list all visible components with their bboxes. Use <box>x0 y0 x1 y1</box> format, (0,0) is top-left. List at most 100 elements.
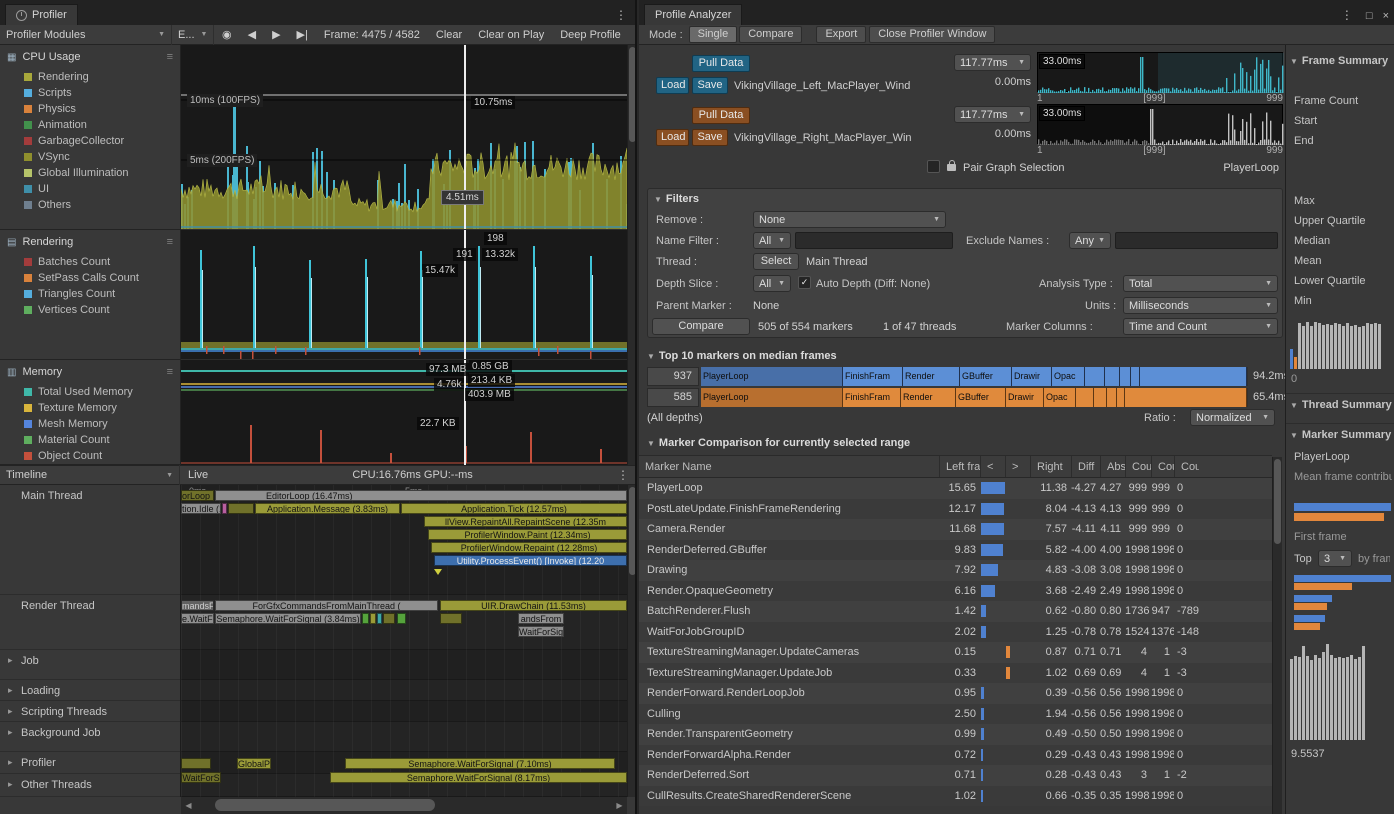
timeline-span[interactable]: tion.Idle (1 <box>181 503 221 514</box>
close-icon[interactable]: × <box>1378 10 1394 22</box>
save-button-right[interactable]: Save <box>692 129 728 146</box>
units-dropdown[interactable]: Milliseconds▼ <box>1123 297 1278 314</box>
legend-item-others[interactable]: Others <box>0 197 180 213</box>
remove-dropdown[interactable]: None▼ <box>753 211 946 228</box>
scrollbar-thumb[interactable] <box>629 47 636 142</box>
live-button[interactable]: Live <box>180 465 216 485</box>
legend-item-global-illumination[interactable]: Global Illumination <box>0 165 180 181</box>
marker-comparison-header[interactable]: ▼Marker Comparison for currently selecte… <box>647 437 910 449</box>
exclude-names-input[interactable] <box>1115 232 1278 249</box>
timeline-span[interactable] <box>440 613 462 624</box>
thread-row-other-threads[interactable]: ▸Other Threads <box>0 774 180 797</box>
rendering-chart[interactable]: 198 191 13.32k 15.47k <box>181 230 627 360</box>
marker-row-renderforward-renderloopjob[interactable]: RenderForward.RenderLoopJob0.950.39-0.56… <box>639 683 1272 704</box>
top10-bar[interactable]: PlayerLoopFinishFramRenderGBufferDrawirO… <box>701 367 1248 386</box>
top10-segment[interactable]: PlayerLoop <box>701 367 843 386</box>
current-frame-button[interactable]: ▶| <box>289 25 316 45</box>
left-frames-graph[interactable]: 33.00ms <box>1037 52 1283 92</box>
exclude-mode-dropdown[interactable]: Any▼ <box>1069 232 1111 249</box>
clear-on-play-button[interactable]: Clear on Play <box>470 25 552 45</box>
scrollbar-thumb[interactable] <box>215 799 435 811</box>
marker-summary-header[interactable]: ▼Marker Summary <box>1290 429 1394 441</box>
column-header[interactable]: Left frame <box>939 456 980 477</box>
top-n-dropdown[interactable]: 3▼ <box>1318 550 1352 567</box>
top10-segment[interactable] <box>1120 367 1131 386</box>
timeline-span[interactable]: EditorLoop (16.47ms) <box>215 490 627 501</box>
timeline-span[interactable]: Application.Tick (12.57ms) <box>401 503 627 514</box>
top10-segment[interactable]: Drawir <box>1012 367 1052 386</box>
cpu-usage-chart[interactable]: 10ms (100FPS) 5ms (200FPS) 10.75ms 4.51m… <box>181 45 627 230</box>
timeline-span[interactable]: orLoop (1.6 <box>181 490 214 501</box>
top10-bar[interactable]: PlayerLoopFinishFramRenderGBufferDrawirO… <box>701 388 1248 407</box>
marker-row-texturestreamingmanager-updatejob[interactable]: TextureStreamingManager.UpdateJob0.331.0… <box>639 663 1272 684</box>
marker-row-batchrenderer-flush[interactable]: BatchRenderer.Flush1.420.62-0.800.801736… <box>639 601 1272 622</box>
module-scrollbar[interactable] <box>627 45 637 465</box>
marker-row-cullresults-createsharedrendererscene[interactable]: CullResults.CreateSharedRendererScene1.0… <box>639 786 1272 807</box>
top10-header[interactable]: ▼Top 10 markers on median frames <box>647 350 837 362</box>
column-header[interactable]: Count <box>1125 456 1151 477</box>
prev-frame-button[interactable]: ◀ <box>240 25 264 45</box>
module-header-rendering[interactable]: ▤Rendering≡ <box>0 230 180 254</box>
timeline-vscrollbar[interactable] <box>627 485 637 797</box>
memory-chart[interactable]: 97.3 MB 4.76k 0.85 GB 213.4 KB 403.9 MB … <box>181 360 627 465</box>
timeline-span[interactable] <box>370 613 376 624</box>
timeline-span[interactable]: e.WaitForSigna <box>181 613 214 624</box>
timeline-span[interactable] <box>383 613 395 624</box>
deep-profile-button[interactable]: Deep Profile <box>552 25 629 45</box>
right-frames-graph[interactable]: 33.00ms <box>1037 104 1283 144</box>
top10-segment[interactable] <box>1076 388 1094 407</box>
timeline-span[interactable]: UIR.DrawChain (11.53ms) <box>440 600 627 611</box>
top10-segment[interactable]: Render <box>903 367 960 386</box>
top10-segment[interactable] <box>1140 367 1247 386</box>
column-header[interactable]: < <box>980 456 1005 477</box>
legend-item-rendering[interactable]: Rendering <box>0 69 180 85</box>
timeline-span[interactable]: WaitForSig <box>518 626 564 637</box>
top10-segment[interactable]: Render <box>901 388 956 407</box>
table-scrollbar[interactable] <box>1272 457 1282 814</box>
legend-item-material-count[interactable]: Material Count <box>0 432 180 448</box>
timeline-span[interactable]: Semaphore.WaitForSignal (8.17ms) <box>330 772 627 783</box>
thread-track-loading[interactable] <box>181 680 627 701</box>
timeline-span[interactable]: Semaphore.WaitForSignal (7.10ms) <box>345 758 615 769</box>
timeline-menu-icon[interactable]: ⋮ <box>609 468 637 482</box>
depth-slice-dropdown[interactable]: All▼ <box>753 275 791 292</box>
scroll-right-icon[interactable]: ▶ <box>612 801 627 810</box>
timeline-span[interactable]: llView.RepaintAll.RepaintScene (12.35m <box>424 516 627 527</box>
legend-item-triangles-count[interactable]: Triangles Count <box>0 286 180 302</box>
load-button-left[interactable]: Load <box>656 77 689 94</box>
frame-summary-header[interactable]: ▼Frame Summary <box>1290 55 1388 67</box>
top10-segment[interactable] <box>1085 367 1105 386</box>
save-button-left[interactable]: Save <box>692 77 728 94</box>
timeline-span[interactable] <box>377 613 382 624</box>
top10-segment[interactable]: Drawir <box>1006 388 1044 407</box>
close-profiler-window-button[interactable]: Close Profiler Window <box>869 26 995 43</box>
thread-row-scripting-threads[interactable]: ▸Scripting Threads <box>0 701 180 722</box>
tab-profiler[interactable]: Profiler <box>5 4 78 25</box>
timeline-span[interactable]: WaitForS <box>181 772 221 783</box>
module-header-cpu-usage[interactable]: ▦CPU Usage≡ <box>0 45 180 69</box>
column-header[interactable]: Diff <box>1071 456 1100 477</box>
timeline-span[interactable] <box>222 503 227 514</box>
mode-single-button[interactable]: Single <box>689 26 738 43</box>
scrollbar-thumb[interactable] <box>1274 459 1281 544</box>
marker-row-waitforjobgroupid[interactable]: WaitForJobGroupID2.021.25-0.780.78152413… <box>639 622 1272 643</box>
top10-segment[interactable]: PlayerLoop <box>701 388 843 407</box>
next-frame-button[interactable]: ▶ <box>264 25 288 45</box>
load-button-right[interactable]: Load <box>656 129 689 146</box>
timeline-span[interactable] <box>362 613 369 624</box>
thread-track-job[interactable] <box>181 650 627 680</box>
top10-segment[interactable] <box>1105 367 1120 386</box>
marker-table-header[interactable]: Marker NameLeft frame<>RightDiffAbs Diff… <box>639 456 1272 478</box>
column-header[interactable]: Count <box>1151 456 1174 477</box>
legend-item-vsync[interactable]: VSync <box>0 149 180 165</box>
timeline-span[interactable]: Utility.ProcessEvent() [Invoke] (12.20 <box>434 555 627 566</box>
marker-row-texturestreamingmanager-updatecameras[interactable]: TextureStreamingManager.UpdateCameras0.1… <box>639 642 1272 663</box>
drag-handle-icon[interactable]: ≡ <box>167 51 173 63</box>
top10-segment[interactable] <box>1094 388 1107 407</box>
top10-segment[interactable]: FinishFram <box>843 367 903 386</box>
marker-row-renderdeferred-sort[interactable]: RenderDeferred.Sort0.710.28-0.430.4331-2 <box>639 765 1272 786</box>
thread-track-background-job[interactable] <box>181 722 627 752</box>
marker-row-renderdeferred-gbuffer[interactable]: RenderDeferred.GBuffer9.835.82-4.004.001… <box>639 540 1272 561</box>
thread-row-loading[interactable]: ▸Loading <box>0 680 180 701</box>
mode-compare-button[interactable]: Compare <box>739 26 802 43</box>
